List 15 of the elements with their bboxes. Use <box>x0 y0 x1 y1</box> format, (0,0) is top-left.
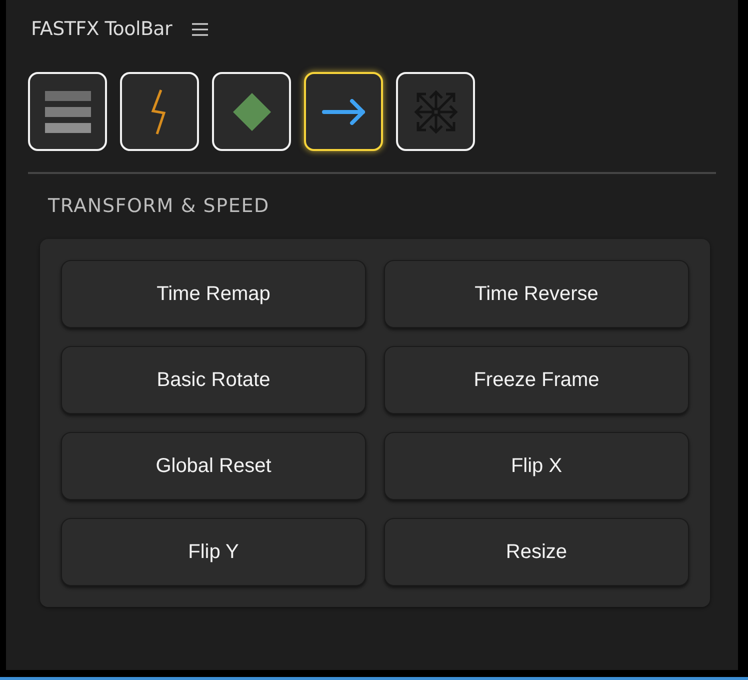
action-button[interactable]: Flip Y <box>61 518 366 586</box>
action-button[interactable]: Time Reverse <box>384 260 689 328</box>
action-button[interactable]: Time Remap <box>61 260 366 328</box>
stacked-bars-icon <box>44 90 90 132</box>
right-arrow-icon <box>322 98 366 124</box>
action-button[interactable]: Flip X <box>384 432 689 500</box>
diamond-icon <box>232 92 270 130</box>
section-title: TRANSFORM & SPEED <box>48 194 270 218</box>
action-button[interactable]: Freeze Frame <box>384 346 689 414</box>
tool-button[interactable] <box>304 72 383 151</box>
menu-icon[interactable] <box>192 22 208 36</box>
panel-title: FASTFX ToolBar <box>31 18 172 40</box>
action-button[interactable]: Resize <box>384 518 689 586</box>
action-button[interactable]: Basic Rotate <box>61 346 366 414</box>
action-button[interactable]: Global Reset <box>61 432 366 500</box>
